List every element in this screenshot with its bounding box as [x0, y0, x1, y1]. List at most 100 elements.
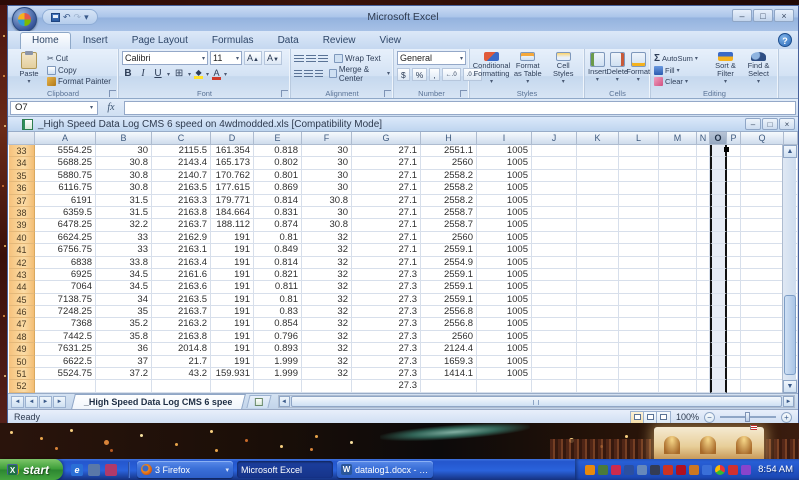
- tray-icon-10[interactable]: [702, 464, 713, 475]
- cell-M34[interactable]: [659, 157, 697, 170]
- internet-explorer-icon[interactable]: e: [71, 463, 84, 476]
- cell-O43[interactable]: [710, 268, 727, 282]
- cell-O36[interactable]: [710, 182, 727, 195]
- cell-L46[interactable]: [619, 306, 659, 319]
- cell-I42[interactable]: 1005: [477, 256, 532, 269]
- cell-E34[interactable]: 0.802: [254, 157, 302, 170]
- cell-G35[interactable]: 27.1: [352, 169, 421, 183]
- insert-function-icon[interactable]: fx: [98, 102, 124, 113]
- row-header-48[interactable]: 48: [9, 330, 35, 344]
- zoom-out-icon[interactable]: −: [704, 411, 715, 423]
- cell-O47[interactable]: [710, 318, 727, 331]
- cell-H39[interactable]: 2558.7: [421, 219, 477, 232]
- cell-J33[interactable]: [532, 145, 577, 158]
- cell-P51[interactable]: [727, 368, 741, 381]
- cell-L33[interactable]: [619, 145, 659, 158]
- cell-F35[interactable]: 30: [302, 169, 352, 183]
- cell-A47[interactable]: 7368: [35, 318, 96, 331]
- cell-A35[interactable]: 5880.75: [35, 169, 96, 183]
- cell-O42[interactable]: [710, 256, 727, 269]
- zoom-level[interactable]: 100%: [676, 412, 699, 422]
- insert-cells-button[interactable]: Insert ▾: [588, 51, 607, 87]
- cell-B40[interactable]: 33: [96, 231, 152, 245]
- cell-B50[interactable]: 37: [96, 355, 152, 369]
- cell-A34[interactable]: 5688.25: [35, 157, 96, 170]
- cell-C40[interactable]: 2162.9: [152, 231, 211, 245]
- help-icon[interactable]: ?: [778, 33, 792, 47]
- cell-C45[interactable]: 2163.5: [152, 293, 211, 307]
- cell-K39[interactable]: [577, 219, 619, 232]
- cell-F42[interactable]: 32: [302, 256, 352, 269]
- font-color-button[interactable]: A: [212, 68, 222, 80]
- cell-M46[interactable]: [659, 306, 697, 319]
- cell-O35[interactable]: [710, 169, 727, 183]
- cell-D40[interactable]: 191: [211, 231, 254, 245]
- cell-K50[interactable]: [577, 355, 619, 369]
- align-left-icon[interactable]: [294, 69, 303, 78]
- cell-O40[interactable]: [710, 231, 727, 245]
- cell-M45[interactable]: [659, 293, 697, 307]
- cell-C34[interactable]: 2143.4: [152, 157, 211, 170]
- cell-M52[interactable]: [659, 380, 697, 393]
- cell-G44[interactable]: 27.3: [352, 281, 421, 294]
- row-header-41[interactable]: 41: [9, 244, 35, 257]
- cell-L40[interactable]: [619, 231, 659, 245]
- cell-P43[interactable]: [727, 268, 741, 282]
- cell-J44[interactable]: [532, 281, 577, 294]
- cell-H41[interactable]: 2559.1: [421, 244, 477, 257]
- cell-K46[interactable]: [577, 306, 619, 319]
- cell-styles-button[interactable]: Cell Styles ▾: [546, 51, 582, 87]
- fill-color-button[interactable]: ◆: [194, 69, 204, 79]
- cell-E42[interactable]: 0.814: [254, 256, 302, 269]
- cell-P44[interactable]: [727, 281, 741, 294]
- cell-I49[interactable]: 1005: [477, 343, 532, 356]
- next-sheet-icon[interactable]: ►: [39, 395, 52, 408]
- cell-K51[interactable]: [577, 368, 619, 381]
- cell-E45[interactable]: 0.81: [254, 293, 302, 307]
- cell-C35[interactable]: 2140.7: [152, 169, 211, 183]
- cell-F51[interactable]: 32: [302, 368, 352, 381]
- cell-N47[interactable]: [697, 318, 710, 331]
- cell-H33[interactable]: 2551.1: [421, 145, 477, 158]
- cell-K43[interactable]: [577, 268, 619, 282]
- cell-E40[interactable]: 0.81: [254, 231, 302, 245]
- cell-I34[interactable]: 1005: [477, 157, 532, 170]
- cell-D46[interactable]: 191: [211, 306, 254, 319]
- cell-C50[interactable]: 21.7: [152, 355, 211, 369]
- cell-F52[interactable]: [302, 380, 352, 393]
- cell-N52[interactable]: [697, 380, 710, 393]
- underline-button[interactable]: U: [152, 68, 164, 80]
- page-layout-view-icon[interactable]: [643, 411, 657, 423]
- cell-C48[interactable]: 2163.8: [152, 330, 211, 344]
- cell-B39[interactable]: 32.2: [96, 219, 152, 232]
- cell-E43[interactable]: 0.821: [254, 268, 302, 282]
- tab-home[interactable]: Home: [20, 32, 71, 49]
- align-top-icon[interactable]: [294, 54, 304, 63]
- cell-B38[interactable]: 31.5: [96, 206, 152, 220]
- cell-B35[interactable]: 30.8: [96, 169, 152, 183]
- tab-view[interactable]: View: [367, 32, 413, 49]
- conditional-formatting-button[interactable]: Conditional Formatting ▾: [473, 51, 510, 87]
- cell-K38[interactable]: [577, 206, 619, 220]
- cell-P45[interactable]: [727, 293, 741, 307]
- cell-G38[interactable]: 27.1: [352, 206, 421, 220]
- cell-N50[interactable]: [697, 355, 710, 369]
- clipboard-dialog-launcher-icon[interactable]: [109, 90, 116, 97]
- close-button[interactable]: ×: [774, 9, 794, 22]
- cell-O39[interactable]: [710, 219, 727, 232]
- cell-A49[interactable]: 7631.25: [35, 343, 96, 356]
- column-header-P[interactable]: P: [727, 132, 741, 145]
- name-box-dropdown-icon[interactable]: ▾: [90, 104, 93, 111]
- tray-icon-1[interactable]: [585, 464, 596, 475]
- cell-A42[interactable]: 6838: [35, 256, 96, 269]
- cell-O48[interactable]: [710, 330, 727, 344]
- cell-D49[interactable]: 191: [211, 343, 254, 356]
- cell-J46[interactable]: [532, 306, 577, 319]
- fill-button[interactable]: Fill ▾: [654, 65, 709, 76]
- cell-E50[interactable]: 1.999: [254, 355, 302, 369]
- percent-button[interactable]: %: [411, 68, 428, 81]
- align-middle-icon[interactable]: [306, 54, 316, 63]
- cell-E49[interactable]: 0.893: [254, 343, 302, 356]
- cell-N33[interactable]: [697, 145, 710, 158]
- cell-G46[interactable]: 27.3: [352, 306, 421, 319]
